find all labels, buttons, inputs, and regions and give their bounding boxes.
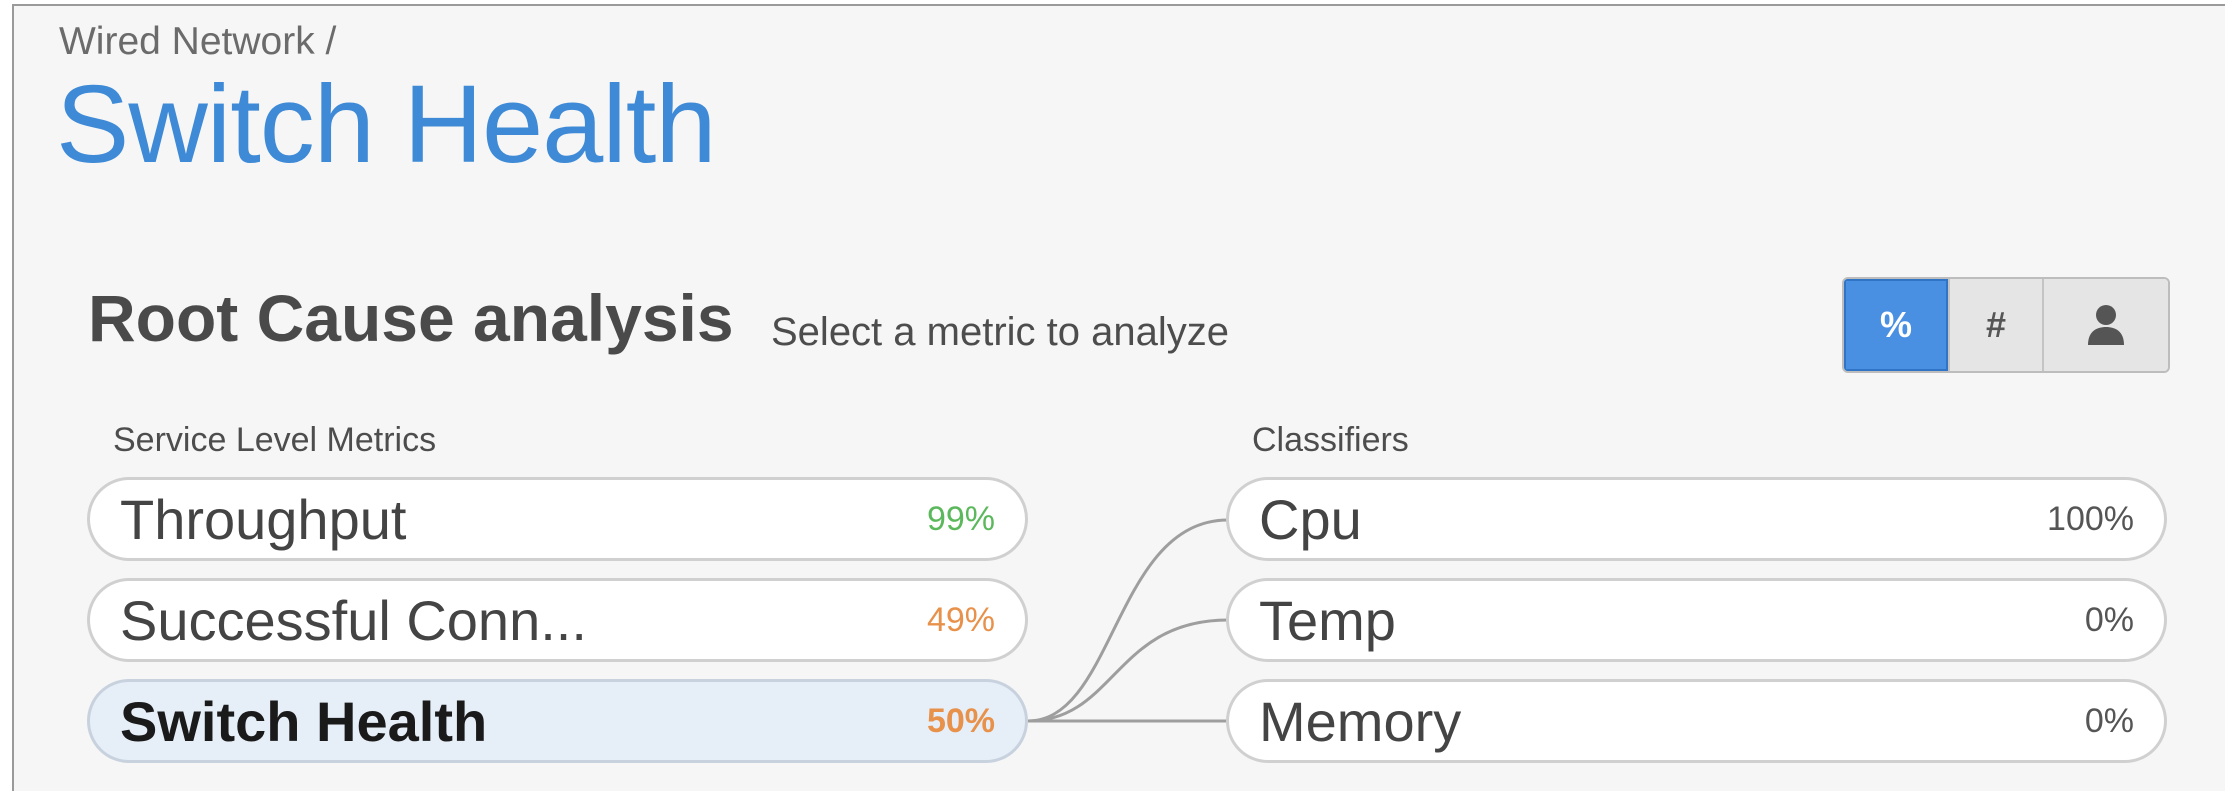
connector-cpu [1027, 518, 1229, 723]
classifier-cpu[interactable]: Cpu 100% [1226, 477, 2167, 561]
classifier-connectors [1027, 518, 1229, 723]
classifier-name: Cpu [1259, 487, 1362, 551]
classifier-memory[interactable]: Memory 0% [1226, 679, 2167, 763]
classifier-name: Memory [1259, 689, 1462, 753]
classifier-value: 0% [2084, 701, 2134, 740]
connector-temp [1027, 618, 1229, 723]
classifier-name: Temp [1259, 588, 1396, 652]
classifier-value: 0% [2084, 600, 2134, 639]
classifier-value: 100% [2047, 499, 2134, 538]
classifier-temp[interactable]: Temp 0% [1226, 578, 2167, 662]
